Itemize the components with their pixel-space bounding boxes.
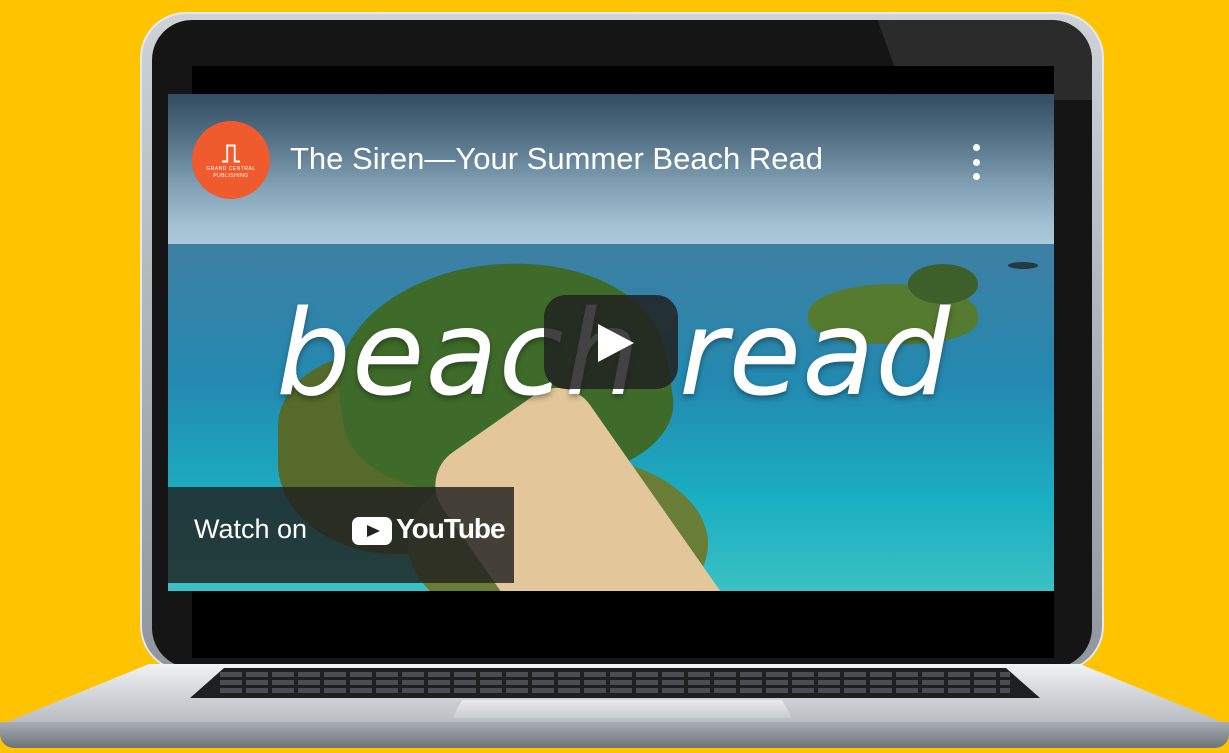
play-button[interactable]: [544, 295, 678, 389]
laptop-trackpad: [452, 700, 792, 718]
video-title[interactable]: The Siren—Your Summer Beach Read: [290, 141, 823, 177]
laptop-bottom-edge: [0, 722, 1229, 748]
watch-on-label: Watch on: [194, 514, 308, 544]
kebab-dot: [972, 173, 980, 180]
youtube-embed[interactable]: beach read ⎍ GRAND CENTRAL PUBLISHING Th…: [168, 94, 1054, 591]
channel-avatar[interactable]: ⎍ GRAND CENTRAL PUBLISHING: [192, 121, 270, 199]
keyboard-row: [220, 672, 1010, 677]
keyboard-row: [220, 680, 1010, 685]
more-vert-icon[interactable]: [968, 144, 984, 180]
youtube-logo-icon: [352, 517, 392, 545]
laptop-mockup: beach read ⎍ GRAND CENTRAL PUBLISHING Th…: [0, 0, 1229, 753]
play-icon: [598, 324, 634, 362]
keyboard-row: [220, 688, 1010, 693]
kebab-dot: [972, 144, 980, 151]
kebab-dot: [972, 158, 980, 166]
watch-on-youtube-button[interactable]: Watch on YouTube: [168, 487, 514, 583]
youtube-play-glyph: [367, 525, 380, 537]
channel-logo-subtext: PUBLISHING: [213, 173, 249, 179]
thumbnail-rock: [1008, 262, 1038, 269]
channel-logo-text: GRAND CENTRAL: [206, 166, 256, 172]
youtube-wordmark: YouTube: [396, 513, 506, 544]
channel-logo-mark-icon: ⎍: [221, 138, 241, 168]
